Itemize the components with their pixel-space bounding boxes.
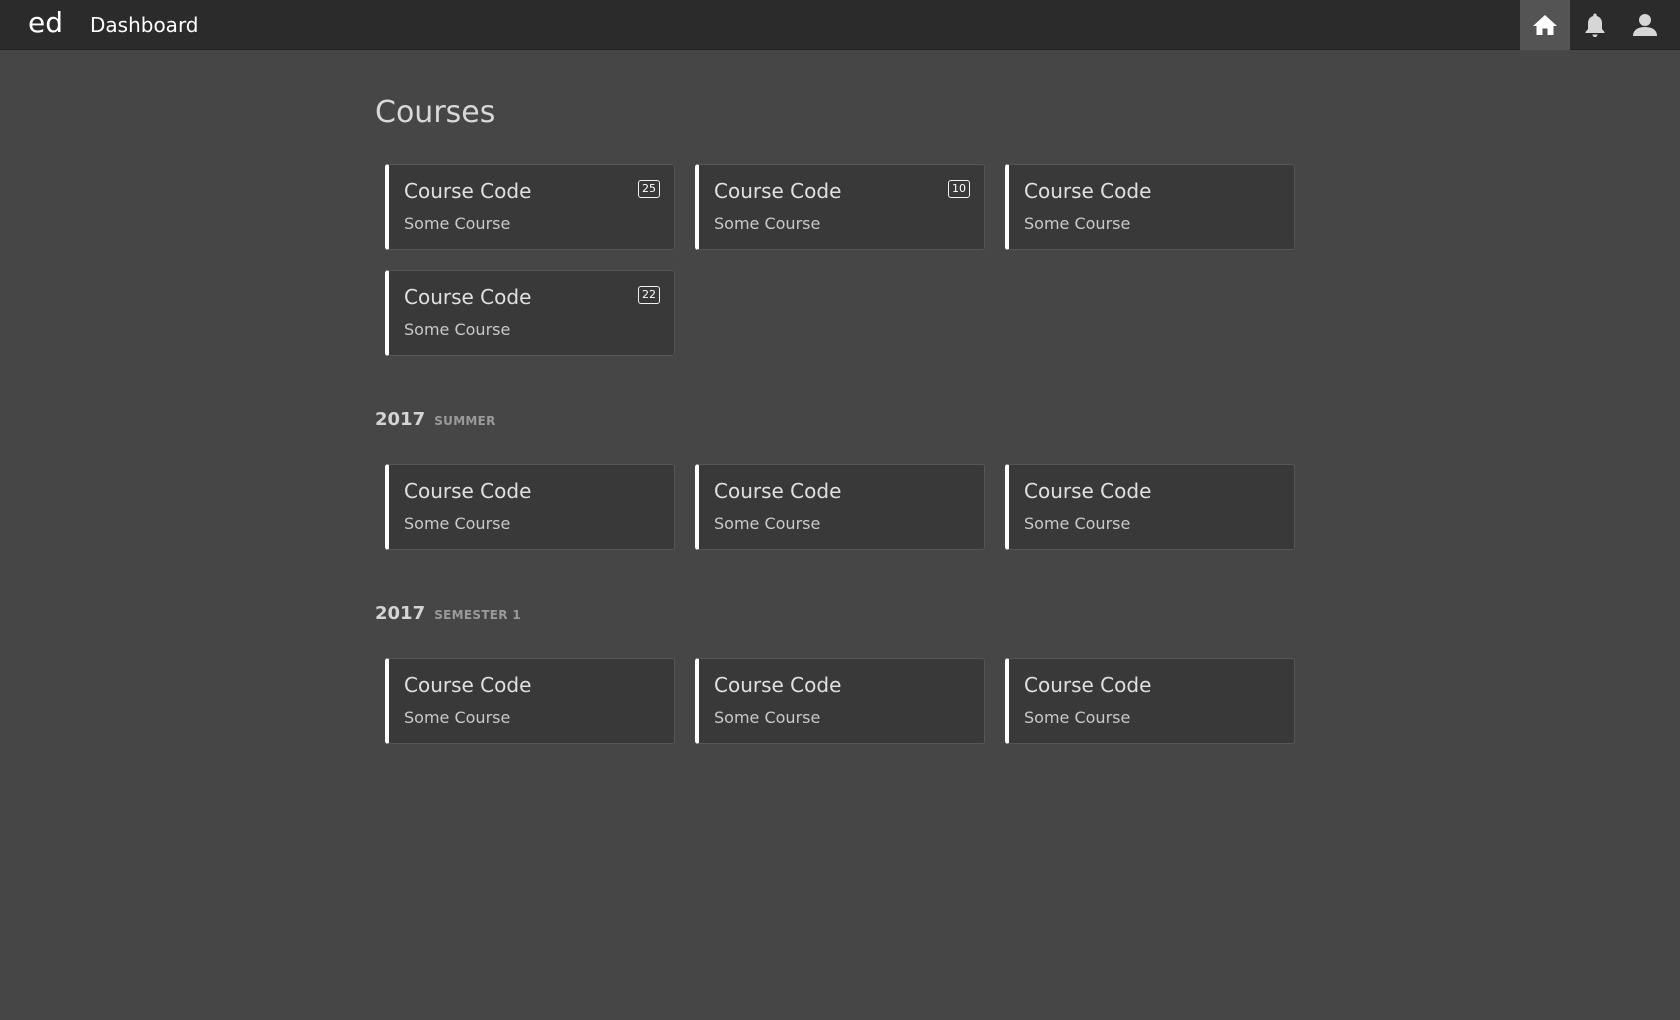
course-card[interactable]: Course Code Some Course 22: [385, 270, 675, 356]
course-card[interactable]: Course Code Some Course: [695, 658, 985, 744]
course-name: Some Course: [404, 320, 511, 339]
main-content: Courses Course Code Some Course 25 Cours…: [375, 92, 1305, 744]
course-code: Course Code: [1024, 179, 1152, 203]
course-name: Some Course: [714, 514, 821, 533]
courses-grid: Course Code Some Course 25 Course Code S…: [375, 164, 1305, 356]
section-term: SUMMER: [434, 414, 496, 428]
section-year: 2017: [375, 603, 426, 624]
section-heading: 2017 SUMMER: [375, 406, 1305, 434]
bell-icon: [1585, 13, 1605, 37]
page-title: Courses: [375, 95, 496, 130]
course-code: Course Code: [714, 479, 842, 503]
course-code: Course Code: [404, 285, 532, 309]
course-card[interactable]: Course Code Some Course: [1005, 464, 1295, 550]
section-heading: 2017 SEMESTER 1: [375, 600, 1305, 628]
course-code: Course Code: [1024, 673, 1152, 697]
course-card[interactable]: Course Code Some Course: [1005, 164, 1295, 250]
course-name: Some Course: [404, 514, 511, 533]
course-name: Some Course: [1024, 708, 1131, 727]
app-logo[interactable]: ed: [28, 6, 63, 39]
course-code: Course Code: [404, 673, 532, 697]
course-code: Course Code: [404, 479, 532, 503]
section-year: 2017: [375, 409, 426, 430]
course-code: Course Code: [1024, 479, 1152, 503]
course-card[interactable]: Course Code Some Course: [695, 464, 985, 550]
course-name: Some Course: [404, 214, 511, 233]
app-title[interactable]: Dashboard: [90, 13, 199, 37]
top-bar: ed Dashboard: [0, 0, 1680, 50]
unread-count-badge: 22: [638, 286, 660, 304]
unread-count-badge: 10: [948, 180, 970, 198]
unread-count-badge: 25: [638, 180, 660, 198]
course-card[interactable]: Course Code Some Course: [1005, 658, 1295, 744]
profile-button[interactable]: [1620, 0, 1670, 50]
course-name: Some Course: [714, 214, 821, 233]
course-code: Course Code: [404, 179, 532, 203]
section-courses-grid: Course Code Some Course Course Code Some…: [375, 464, 1305, 550]
course-code: Course Code: [714, 179, 842, 203]
course-name: Some Course: [714, 708, 821, 727]
user-icon: [1633, 14, 1657, 36]
course-card[interactable]: Course Code Some Course: [385, 464, 675, 550]
notifications-button[interactable]: [1570, 0, 1620, 50]
course-card[interactable]: Course Code Some Course 25: [385, 164, 675, 250]
course-name: Some Course: [404, 708, 511, 727]
course-code: Course Code: [714, 673, 842, 697]
home-icon: [1533, 15, 1557, 35]
home-button[interactable]: [1520, 0, 1570, 50]
course-card[interactable]: Course Code Some Course: [385, 658, 675, 744]
section-term: SEMESTER 1: [434, 608, 521, 622]
course-name: Some Course: [1024, 214, 1131, 233]
section-courses-grid: Course Code Some Course Course Code Some…: [375, 658, 1305, 744]
course-card[interactable]: Course Code Some Course 10: [695, 164, 985, 250]
course-name: Some Course: [1024, 514, 1131, 533]
